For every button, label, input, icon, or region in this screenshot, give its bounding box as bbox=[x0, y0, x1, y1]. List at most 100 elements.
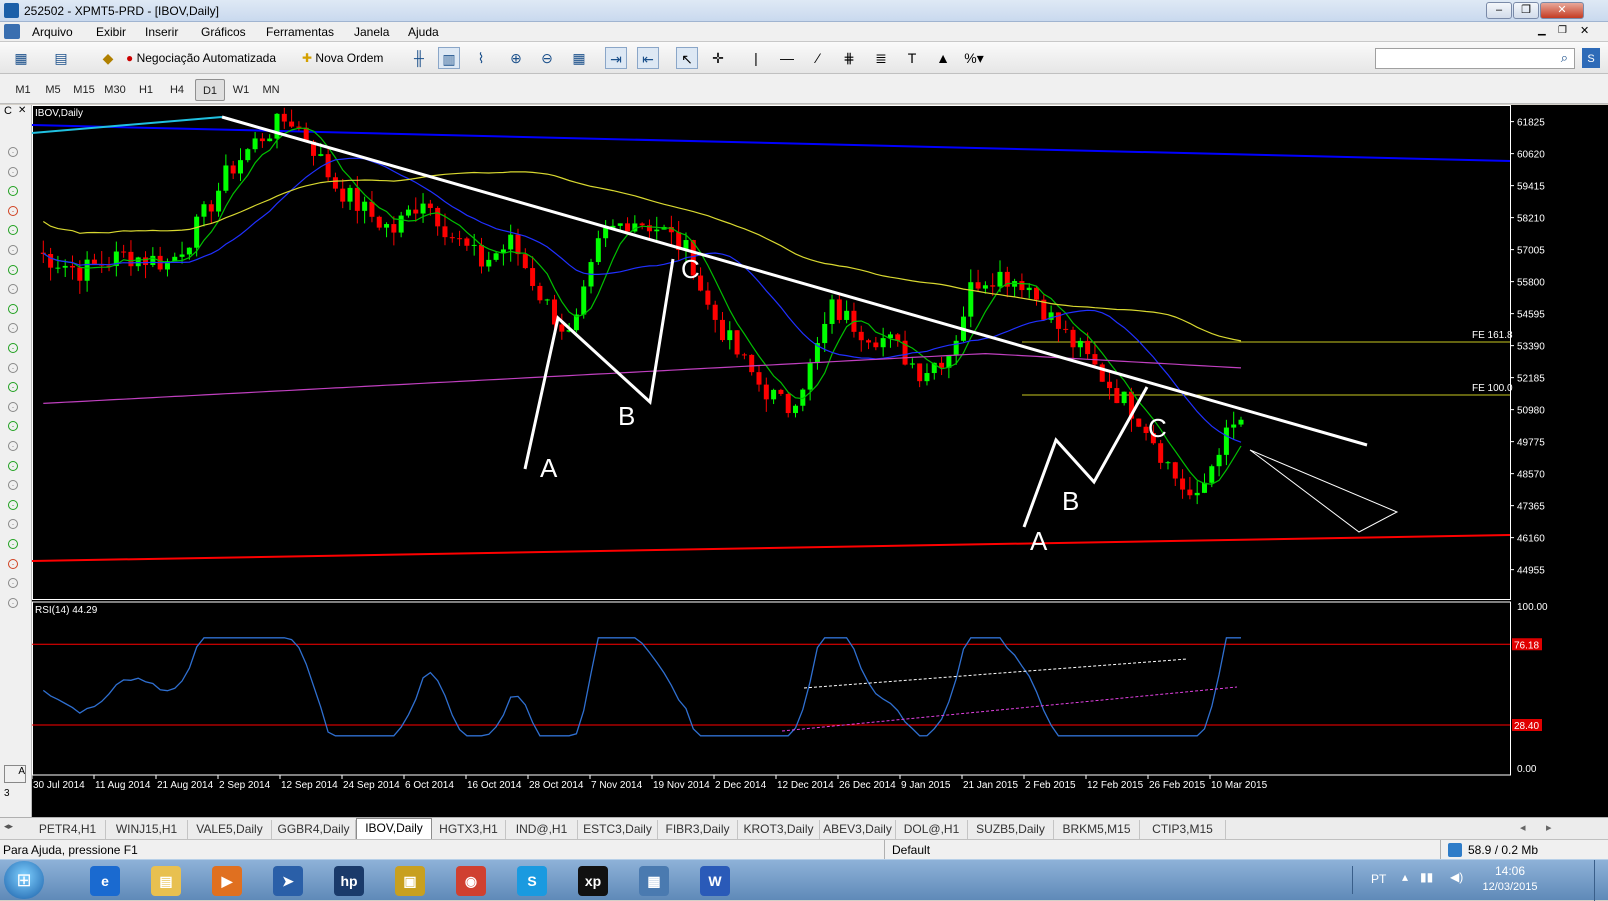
objects-dropdown-icon[interactable]: %▾ bbox=[963, 47, 985, 69]
price-chart[interactable]: IBOV,Daily 61825 60620 59415 58210 57005 55800… bbox=[32, 105, 1608, 817]
tab-ctip3-m15[interactable]: CTIP3,M15 bbox=[1140, 820, 1226, 839]
navigator-item-icon[interactable]: · bbox=[8, 303, 18, 314]
timeframe-m1[interactable]: M1 bbox=[8, 79, 38, 101]
timeframe-h4[interactable]: H4 bbox=[162, 79, 192, 101]
zoom-in-icon[interactable]: ⊕ bbox=[505, 47, 527, 69]
hp-icon[interactable]: hp bbox=[324, 863, 374, 897]
navigator-item-icon[interactable]: · bbox=[8, 382, 18, 393]
navigator-item-icon[interactable]: · bbox=[8, 362, 18, 373]
timeframe-d1[interactable]: D1 bbox=[195, 79, 225, 101]
timeframe-w1[interactable]: W1 bbox=[226, 79, 256, 101]
navigator-item-icon[interactable]: · bbox=[8, 578, 18, 589]
vertical-line-icon[interactable]: | bbox=[745, 47, 767, 69]
child-close-icon[interactable]: ✕ bbox=[1580, 24, 1589, 37]
navigator-item-icon[interactable]: · bbox=[8, 205, 18, 216]
menu-inserir[interactable]: Inserir bbox=[145, 25, 178, 39]
timeframe-m15[interactable]: M15 bbox=[69, 79, 99, 101]
chrome-icon[interactable]: ◉ bbox=[446, 863, 496, 897]
horizontal-line-icon[interactable]: — bbox=[776, 47, 798, 69]
auto-trading-button[interactable]: ● Negociação Automatizada bbox=[126, 47, 290, 69]
tab-petr4-h1[interactable]: PETR4,H1 bbox=[30, 820, 106, 839]
navigator-item-icon[interactable]: · bbox=[8, 401, 18, 412]
show-desktop-button[interactable] bbox=[1594, 860, 1608, 901]
media-icon[interactable]: ▶ bbox=[202, 863, 252, 897]
menu-ferramentas[interactable]: Ferramentas bbox=[266, 25, 334, 39]
navigator-item-icon[interactable]: · bbox=[8, 597, 18, 608]
tab-suzb5-daily[interactable]: SUZB5,Daily bbox=[968, 820, 1054, 839]
xp-icon[interactable]: xp bbox=[568, 863, 618, 897]
shapes-icon[interactable]: ▲ bbox=[932, 47, 954, 69]
tab-ibov-daily[interactable]: IBOV,Daily bbox=[356, 818, 432, 840]
tab-vale5-daily[interactable]: VALE5,Daily bbox=[188, 820, 272, 839]
navigator-item-icon[interactable]: · bbox=[8, 539, 18, 549]
tab-ggbr4-daily[interactable]: GGBR4,Daily bbox=[272, 820, 356, 839]
tab-dol-h1[interactable]: DOL@,H1 bbox=[896, 820, 968, 839]
timeframe-mn[interactable]: MN bbox=[256, 79, 286, 101]
navigator-item-icon[interactable]: · bbox=[8, 460, 18, 471]
navigator-item-icon[interactable]: · bbox=[8, 441, 18, 451]
new-order-button[interactable]: ✚ Nova Ordem bbox=[302, 47, 394, 69]
navigator-item-icon[interactable]: · bbox=[8, 323, 18, 334]
navigator-item-icon[interactable]: · bbox=[8, 519, 18, 530]
navigator-item-icon[interactable]: · bbox=[8, 245, 18, 255]
line-chart-icon[interactable]: ⌇ bbox=[470, 47, 492, 69]
tool-icon[interactable]: ▣ bbox=[385, 863, 435, 897]
navigator-item-icon[interactable]: · bbox=[8, 480, 18, 491]
trendline-icon[interactable]: ⁄ bbox=[807, 47, 829, 69]
navigator-item-icon[interactable]: · bbox=[8, 147, 18, 157]
tab-ind-h1[interactable]: IND@,H1 bbox=[506, 820, 578, 839]
profiles-icon[interactable]: ▤ bbox=[50, 47, 72, 69]
autoscroll-icon[interactable]: ⇥ bbox=[605, 47, 627, 69]
candlestick-icon[interactable]: ▥ bbox=[438, 47, 460, 69]
tab-fibr3-daily[interactable]: FIBR3,Daily bbox=[658, 820, 738, 839]
timeframe-h1[interactable]: H1 bbox=[131, 79, 161, 101]
child-minimize-icon[interactable]: ▁ bbox=[1538, 25, 1546, 36]
menu-graficos[interactable]: Gráficos bbox=[201, 25, 246, 39]
tray-arrow-icon[interactable]: ▴ bbox=[1402, 870, 1408, 884]
close-button[interactable]: ✕ bbox=[1540, 2, 1584, 19]
start-button[interactable]: ⊞ bbox=[4, 861, 44, 899]
navigator-item-icon[interactable]: · bbox=[8, 166, 18, 177]
menu-exibir[interactable]: Exibir bbox=[96, 25, 126, 39]
tab-brkm5-m15[interactable]: BRKM5,M15 bbox=[1054, 820, 1140, 839]
crosshair-icon[interactable]: ✛ bbox=[707, 47, 729, 69]
text-icon[interactable]: T bbox=[901, 47, 923, 69]
tabs-left-arrow-icon[interactable]: ◂ bbox=[1520, 821, 1526, 834]
timeframe-m5[interactable]: M5 bbox=[38, 79, 68, 101]
explorer-icon[interactable]: ▤ bbox=[141, 863, 191, 897]
clock-time[interactable]: 14:06 bbox=[1480, 864, 1540, 878]
menu-janela[interactable]: Janela bbox=[354, 25, 389, 39]
tabs-scroll-icon[interactable]: ◂▸ bbox=[4, 821, 13, 832]
chart-area[interactable]: IBOV,Daily 61825 60620 59415 58210 57005 55800… bbox=[32, 105, 1608, 817]
navigator-item-icon[interactable]: · bbox=[8, 284, 18, 295]
search-input[interactable]: ⌕ bbox=[1375, 48, 1575, 69]
word-icon[interactable]: W bbox=[690, 863, 740, 897]
zoom-out-icon[interactable]: ⊖ bbox=[536, 47, 558, 69]
volume-icon[interactable]: ◀) bbox=[1450, 870, 1463, 884]
cursor-icon[interactable]: ↖ bbox=[676, 47, 698, 69]
skype-icon[interactable]: S bbox=[507, 863, 557, 897]
language-indicator[interactable]: PT bbox=[1371, 872, 1386, 886]
metatrader-icon[interactable]: ▦ bbox=[629, 863, 679, 897]
network-icon[interactable]: ▮▮ bbox=[1420, 870, 1433, 884]
navigator-item-icon[interactable]: · bbox=[8, 186, 18, 197]
bar-chart-icon[interactable]: ╫ bbox=[408, 47, 430, 69]
ie-icon[interactable]: e bbox=[80, 863, 130, 897]
menu-ajuda[interactable]: Ajuda bbox=[408, 25, 439, 39]
navigator-item-icon[interactable]: · bbox=[8, 225, 18, 236]
tab-hgtx3-h1[interactable]: HGTX3,H1 bbox=[432, 820, 506, 839]
tab-krot3-daily[interactable]: KROT3,Daily bbox=[738, 820, 820, 839]
channel-icon[interactable]: ⋕ bbox=[838, 47, 860, 69]
fibonacci-icon[interactable]: ≣ bbox=[870, 47, 892, 69]
mql5-icon[interactable]: S bbox=[1582, 48, 1600, 68]
navigator-item-icon[interactable]: · bbox=[8, 343, 18, 353]
chart-shift-icon[interactable]: ⇤ bbox=[637, 47, 659, 69]
remote-icon[interactable]: ➤ bbox=[263, 863, 313, 897]
menu-arquivo[interactable]: Arquivo bbox=[32, 25, 73, 39]
navigator-item-icon[interactable]: · bbox=[8, 558, 18, 569]
tile-windows-icon[interactable]: ▦ bbox=[568, 47, 590, 69]
tab-abev3-daily[interactable]: ABEV3,Daily bbox=[820, 820, 896, 839]
navigator-item-icon[interactable]: · bbox=[8, 264, 18, 275]
navigator-item-icon[interactable]: · bbox=[8, 499, 18, 510]
minimize-button[interactable]: – bbox=[1486, 2, 1512, 19]
